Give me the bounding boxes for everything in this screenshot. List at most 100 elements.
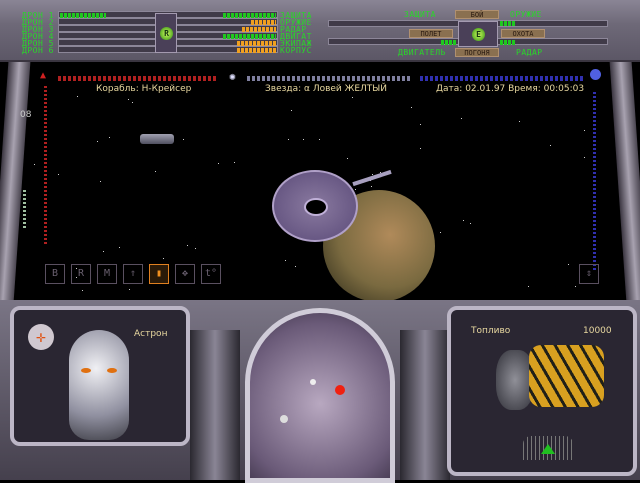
updown-arrows-icon: ⇕: [585, 268, 593, 279]
star: [108, 136, 110, 138]
mode-chase-button[interactable]: ПОГОНЯ: [455, 48, 499, 57]
radar-blip[interactable]: [280, 415, 288, 423]
drop-bomb-button[interactable]: B: [45, 264, 65, 284]
green-triangle-icon: [541, 444, 555, 454]
system-hull-label: КОРПУС: [280, 46, 312, 55]
star: [154, 170, 156, 172]
drone-selector[interactable]: R: [155, 13, 177, 53]
system-level-pips: [223, 13, 276, 18]
mode-selector[interactable]: E: [458, 21, 498, 47]
star-icon: ✺: [229, 70, 236, 83]
star: [77, 96, 79, 98]
drone-6-label[interactable]: ДРОН 6: [22, 47, 54, 55]
fuel-label: Топливо: [471, 326, 511, 336]
star: [470, 222, 472, 224]
ship-track: [58, 76, 218, 81]
speed-readout: 08: [20, 110, 32, 120]
star: [419, 123, 421, 125]
mode-fight-button[interactable]: БОЙ: [455, 10, 499, 19]
star: [34, 163, 36, 165]
radar-button[interactable]: R: [71, 264, 91, 284]
star: [584, 129, 586, 131]
date-time: Дата: 02.01.97 Время: 00:05:03: [436, 84, 585, 94]
star-name: Звезда: α Ловей ЖЕЛТЫЙ: [265, 84, 387, 94]
move-icon: ✥: [181, 268, 189, 279]
star: [127, 99, 129, 101]
fuel-panel: Топливо 10000: [447, 306, 637, 476]
star: [419, 148, 421, 150]
star: [574, 285, 576, 287]
star: [549, 144, 551, 146]
star: [163, 258, 165, 260]
move-button[interactable]: ✥: [175, 264, 195, 284]
ship-button[interactable]: ⇑: [123, 264, 143, 284]
star: [519, 121, 521, 123]
temperature-button[interactable]: t°: [201, 264, 221, 284]
star: [319, 139, 321, 140]
pilot-name: Астрон: [134, 329, 168, 339]
mode-knob[interactable]: E: [472, 28, 485, 41]
ship-icon: ⇑: [129, 268, 137, 279]
priority-weapon-label: ОРУЖИЕ: [510, 10, 542, 19]
radar-sphere[interactable]: [245, 308, 395, 483]
space-viewport[interactable]: [0, 62, 640, 302]
priority-radar-label: РАДАР: [516, 48, 543, 57]
ship-marker-icon: ▲: [40, 70, 47, 81]
map-button[interactable]: M: [97, 264, 117, 284]
star: [370, 185, 372, 187]
star: [355, 189, 357, 191]
radar-target-blip[interactable]: [335, 385, 345, 395]
pilot-portrait[interactable]: [69, 330, 129, 440]
radar-priority-pips: [500, 40, 515, 45]
drone-knob[interactable]: R: [160, 27, 173, 40]
capsule-icon: ▮: [155, 268, 163, 279]
star: [81, 290, 83, 292]
star: [100, 180, 102, 182]
star: [460, 118, 462, 120]
planet-track: [420, 76, 585, 81]
star: [284, 259, 286, 261]
mode-flight-button[interactable]: ПОЛЕТ: [409, 29, 453, 38]
right-gauge: [593, 92, 596, 272]
ship-name: Корабль: Н-Крейсер: [96, 84, 192, 94]
system-level-pips: [237, 41, 276, 46]
fuel-value: 10000: [583, 326, 612, 336]
star: [567, 264, 569, 266]
right-gun-turret: [400, 330, 450, 480]
star: [102, 250, 104, 252]
star: [440, 231, 442, 233]
pilot-panel: ✛ Астрон: [10, 306, 190, 446]
space-station[interactable]: [272, 170, 358, 242]
ship-contact[interactable]: [140, 134, 174, 144]
scroll-updown-button[interactable]: ⇕: [579, 264, 599, 284]
star: [186, 245, 188, 247]
star: [584, 156, 585, 158]
mode-hunt-button[interactable]: ОХОТА: [501, 29, 545, 38]
star: [411, 107, 413, 109]
fuel-cell[interactable]: [529, 345, 604, 407]
star: [128, 289, 130, 291]
star: [291, 110, 293, 112]
throttle-gauge: [23, 190, 26, 230]
drone-1-level: [60, 13, 106, 18]
star: [57, 174, 59, 176]
compass-icon[interactable]: ✛: [28, 324, 54, 350]
radar-blip[interactable]: [310, 379, 316, 385]
weapon-priority-pips: [500, 21, 515, 26]
star: [233, 162, 235, 163]
star: [183, 139, 185, 141]
star: [527, 285, 529, 287]
star: [294, 266, 296, 268]
priority-shield-label: ЗАЩИТА: [404, 10, 436, 19]
fuel-indicator: [523, 436, 573, 460]
engine-priority-pips: [441, 40, 456, 45]
system-level-pips: [242, 27, 276, 32]
star: [303, 139, 304, 141]
star: [347, 158, 349, 160]
star: [217, 163, 219, 165]
priority-engine-label: ДВИГАТЕЛЬ: [398, 48, 446, 57]
system-level-pips: [237, 48, 276, 53]
planet-marker-icon: [590, 69, 601, 80]
top-status-panel: ДРОН 1 ДРОН 2 ДРОН 3 ДРОН 4 ДРОН 5 ДРОН …: [0, 0, 640, 62]
active-action-button[interactable]: ▮: [149, 264, 169, 284]
